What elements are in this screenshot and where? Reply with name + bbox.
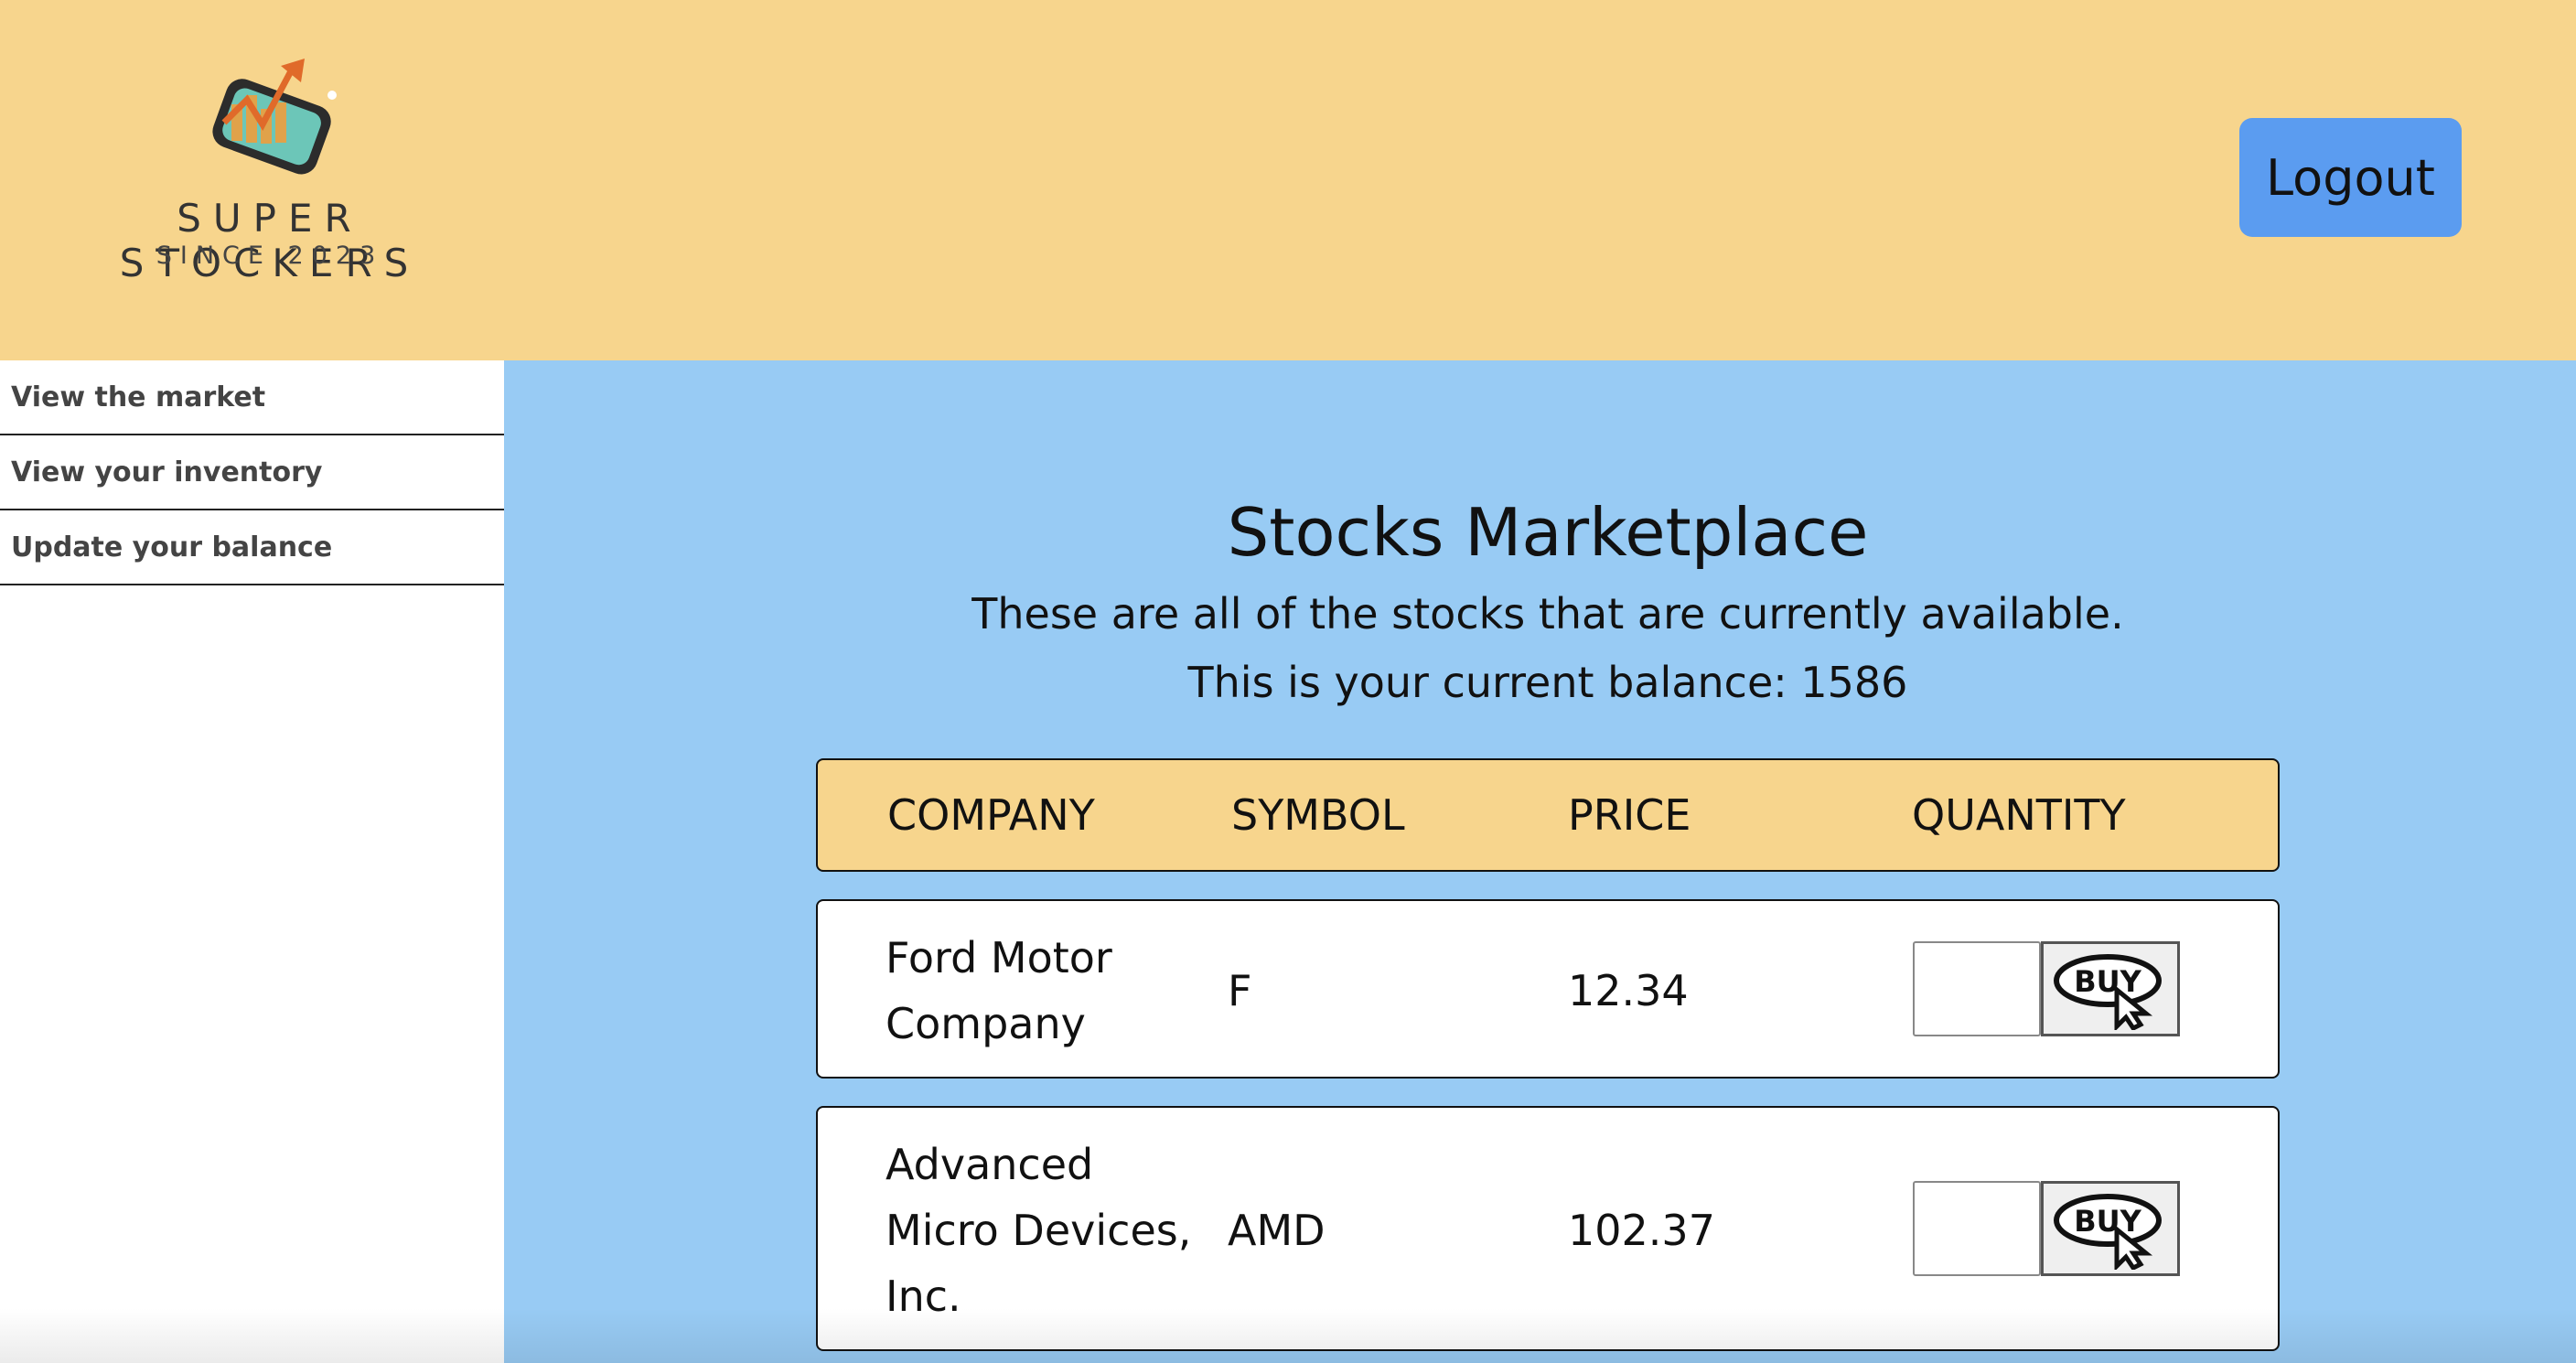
buy-label: BUY bbox=[2074, 1204, 2141, 1239]
buy-button[interactable]: BUY bbox=[2041, 941, 2180, 1036]
company-name: Ford Motor bbox=[886, 933, 1112, 982]
column-header-symbol: SYMBOL bbox=[1231, 790, 1405, 840]
balance-text: This is your current balance: 1586 bbox=[1187, 658, 1908, 707]
company-name: Micro Devices, bbox=[886, 1206, 1192, 1255]
buy-label: BUY bbox=[2074, 964, 2141, 999]
table-row: Advanced Micro Devices, Inc. AMD 102.37 … bbox=[816, 1106, 2280, 1351]
sidebar-item-label: Update your balance bbox=[11, 531, 333, 563]
buy-button[interactable]: BUY bbox=[2041, 1181, 2180, 1276]
table-row: Ford Motor Company F 12.34 BUY bbox=[816, 899, 2280, 1079]
company-name: Inc. bbox=[886, 1272, 961, 1321]
sidebar-item-label: View the market bbox=[11, 381, 266, 413]
quantity-input[interactable] bbox=[1913, 941, 2041, 1036]
brand-since: SINCE 2023 bbox=[156, 241, 384, 270]
page-subtitle: These are all of the stocks that are cur… bbox=[971, 589, 2124, 639]
brand-logo[interactable]: SUPER STOCKERS SINCE 2023 bbox=[55, 59, 485, 285]
column-header-price: PRICE bbox=[1568, 790, 1691, 840]
sidebar-item-view-inventory[interactable]: View your inventory bbox=[0, 435, 504, 510]
stock-price: 12.34 bbox=[1568, 966, 1689, 1015]
page-header: SUPER STOCKERS SINCE 2023 Logout bbox=[0, 0, 2576, 360]
sidebar-item-update-balance[interactable]: Update your balance bbox=[0, 510, 504, 585]
column-header-quantity: QUANTITY bbox=[1912, 790, 2126, 840]
table-header: COMPANY SYMBOL PRICE QUANTITY bbox=[816, 758, 2280, 872]
buy-cursor-icon: BUY bbox=[2054, 954, 2162, 1030]
company-name: Company bbox=[886, 999, 1086, 1048]
main-content: Stocks Marketplace These are all of the … bbox=[504, 360, 2576, 1363]
page-title: Stocks Marketplace bbox=[1227, 494, 1869, 571]
brand-name: SUPER STOCKERS bbox=[119, 196, 421, 285]
stock-chart-logo-icon bbox=[212, 59, 337, 175]
stock-symbol: F bbox=[1228, 966, 1252, 1015]
quantity-input[interactable] bbox=[1913, 1181, 2041, 1276]
company-name: Advanced bbox=[886, 1140, 1094, 1189]
buy-cursor-icon: BUY bbox=[2054, 1194, 2162, 1270]
logout-button[interactable]: Logout bbox=[2239, 118, 2462, 237]
sidebar-item-view-market[interactable]: View the market bbox=[0, 360, 504, 435]
sidebar-item-label: View your inventory bbox=[11, 456, 323, 488]
stock-price: 102.37 bbox=[1568, 1206, 1715, 1255]
column-header-company: COMPANY bbox=[887, 790, 1095, 840]
sidebar: View the market View your inventory Upda… bbox=[0, 360, 504, 1363]
stock-symbol: AMD bbox=[1228, 1206, 1326, 1255]
